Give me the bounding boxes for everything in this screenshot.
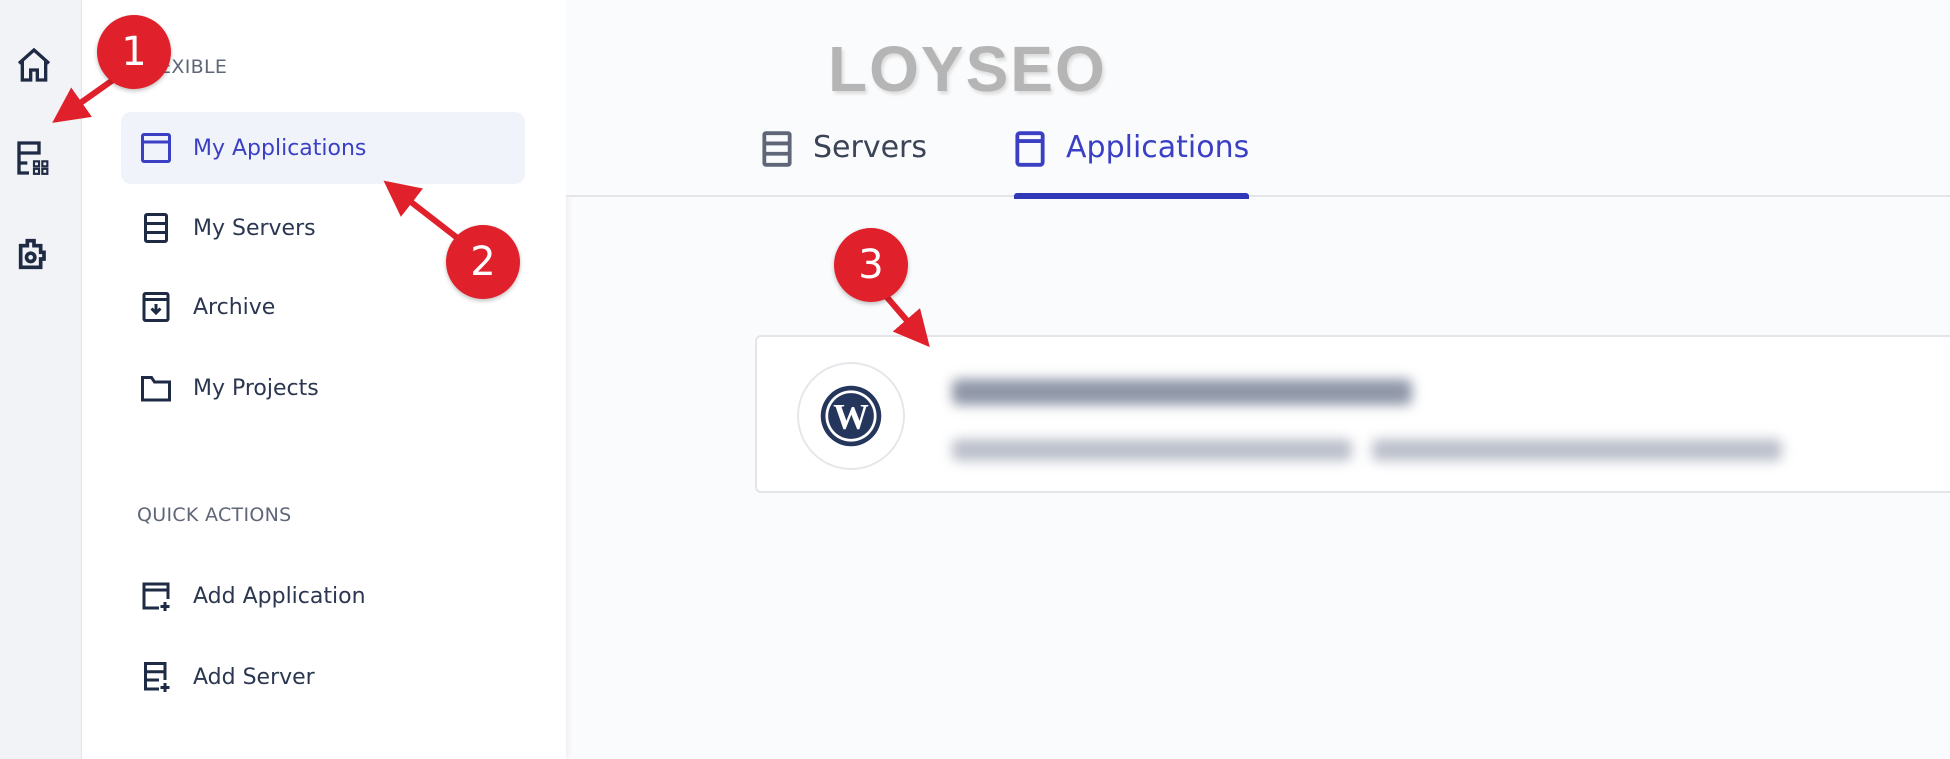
logo-watermark: LOYSEO xyxy=(828,33,1107,105)
svg-text:W: W xyxy=(833,396,869,436)
tab-applications[interactable]: Applications xyxy=(1014,130,1250,199)
folder-icon xyxy=(141,376,171,402)
header: LOYSEO Servers Applications xyxy=(566,0,1950,199)
add-server-icon xyxy=(144,662,170,692)
tab-label: Servers xyxy=(813,130,928,165)
server-icon xyxy=(144,213,168,243)
quick-action-add-server[interactable]: Add Server xyxy=(121,641,525,713)
window-icon xyxy=(141,133,171,163)
annotation-marker-1: 1 xyxy=(97,15,171,89)
quick-action-label: Add Application xyxy=(193,583,366,609)
sidebar-item-label: My Projects xyxy=(193,375,319,401)
apps-servers-icon[interactable] xyxy=(14,138,54,178)
annotation-marker-3: 3 xyxy=(834,228,908,302)
server-icon xyxy=(762,131,792,167)
archive-icon xyxy=(142,292,170,322)
quick-action-label: Add Server xyxy=(193,664,315,690)
section-title-quick-actions: QUICK ACTIONS xyxy=(137,504,292,526)
sidebar-item-label: Archive xyxy=(193,294,276,320)
sidebar-item-my-applications[interactable]: My Applications xyxy=(121,112,525,184)
add-window-icon xyxy=(142,582,170,611)
sidebar-item-my-projects[interactable]: My Projects xyxy=(121,352,525,424)
tab-servers[interactable]: Servers xyxy=(761,130,927,197)
tab-label: Applications xyxy=(1066,130,1250,165)
icon-rail xyxy=(0,0,82,759)
annotation-marker-2: 2 xyxy=(446,225,520,299)
window-icon xyxy=(1015,131,1045,167)
wordpress-icon: W xyxy=(797,362,905,470)
quick-action-add-application[interactable]: Add Application xyxy=(121,560,525,632)
home-icon[interactable] xyxy=(14,45,54,85)
settings-puzzle-icon[interactable] xyxy=(14,234,54,274)
sidebar-item-label: My Applications xyxy=(193,135,367,161)
sidebar: FLEXIBLE My Applications My Servers Arch… xyxy=(82,0,566,759)
sidebar-item-label: My Servers xyxy=(193,215,316,241)
application-domain-redacted xyxy=(952,439,1352,461)
main-content: LOYSEO Servers Applications W xyxy=(566,0,1950,759)
application-card[interactable]: W xyxy=(755,335,1950,493)
application-name-redacted xyxy=(952,379,1412,405)
application-server-redacted xyxy=(1372,439,1782,461)
